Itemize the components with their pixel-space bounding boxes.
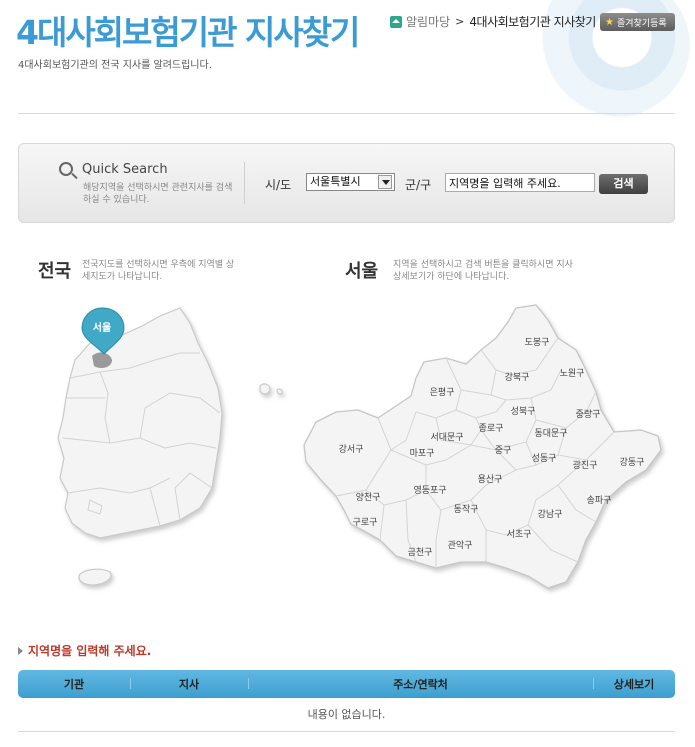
- sido-label: 시/도: [265, 178, 292, 192]
- national-map-title: 전국: [38, 261, 72, 282]
- district-geumcheon[interactable]: 금천구: [408, 547, 433, 558]
- district-gwanak[interactable]: 관악구: [448, 539, 473, 551]
- page-title: 4대사회보험기관 지사찾기: [16, 13, 360, 52]
- district-seongdong[interactable]: 성동구: [532, 453, 557, 464]
- empty-result-row: 내용이 없습니다.: [18, 698, 675, 732]
- seoul-pin-label: 서울: [93, 321, 111, 334]
- korea-map[interactable]: 서울: [30, 298, 300, 598]
- district-eunpyeong[interactable]: 은평구: [430, 387, 455, 398]
- district-gangseo[interactable]: 강서구: [339, 444, 364, 455]
- arrow-right-icon: [18, 646, 23, 655]
- district-nowon[interactable]: 노원구: [560, 368, 585, 379]
- column-header-address: 주소/연락처: [248, 676, 593, 692]
- district-gangdong[interactable]: 강동구: [620, 457, 645, 468]
- breadcrumb-current: 4대사회보험기관 지사찾기: [469, 15, 596, 29]
- district-guro[interactable]: 구로구: [353, 517, 378, 528]
- district-songpa[interactable]: 송파구: [587, 495, 612, 506]
- region-name-input[interactable]: [445, 173, 595, 192]
- district-dongjak[interactable]: 동작구: [454, 504, 479, 515]
- district-seocho[interactable]: 서초구: [507, 529, 532, 540]
- gungu-label: 군/구: [405, 178, 432, 192]
- region-mainland[interactable]: [57, 307, 223, 539]
- seoul-map-title: 서울: [345, 261, 379, 282]
- district-gangbuk[interactable]: 강북구: [505, 372, 530, 383]
- district-yeongdeungpo[interactable]: 영등포구: [413, 485, 446, 496]
- breadcrumb-separator: >: [455, 15, 465, 28]
- column-header-branch: 지사: [130, 676, 248, 692]
- panel-divider: [244, 162, 245, 204]
- district-jung[interactable]: 중구: [495, 445, 512, 456]
- bookmark-button-label: 즐겨찾기등록: [616, 18, 667, 29]
- quick-search-title: Quick Search: [82, 162, 168, 177]
- result-table: 기관 지사 주소/연락처 상세보기 내용이 없습니다.: [18, 670, 675, 732]
- district-gangnam[interactable]: 강남구: [538, 509, 563, 520]
- district-dobong[interactable]: 도봉구: [525, 337, 550, 348]
- quick-search-description: 해당지역을 선택하시면 관련지사를 검색 하실 수 있습니다.: [83, 183, 233, 205]
- sido-select[interactable]: 서울특별시: [306, 173, 395, 191]
- table-header: 기관 지사 주소/연락처 상세보기: [18, 670, 675, 698]
- district-mapo[interactable]: 마포구: [410, 448, 435, 459]
- seoul-district-map[interactable]: 도봉구 강북구 노원구 은평구 성북구 중랑구 종로구 서대문구 동대문구 강서…: [296, 300, 676, 595]
- result-message-text: 지역명을 입력해 주세요.: [28, 644, 152, 658]
- home-icon[interactable]: [390, 15, 402, 28]
- star-icon: ★: [605, 16, 614, 28]
- national-map-description: 전국지도를 선택하시면 우측에 지역별 상세지도가 나타납니다.: [82, 260, 235, 282]
- district-jungnang[interactable]: 중랑구: [576, 408, 601, 420]
- district-yongsan[interactable]: 용산구: [478, 474, 503, 485]
- region-ulleung[interactable]: [259, 383, 271, 395]
- chevron-down-icon[interactable]: [378, 175, 392, 189]
- column-header-detail: 상세보기: [593, 676, 675, 692]
- region-dokdo[interactable]: [276, 388, 283, 395]
- bookmark-button[interactable]: ★ 즐겨찾기등록: [600, 13, 675, 31]
- breadcrumb: 알림마당 > 4대사회보험기관 지사찾기: [390, 13, 596, 30]
- district-yangcheon[interactable]: 양천구: [356, 492, 381, 503]
- breadcrumb-home[interactable]: 알림마당: [406, 13, 450, 30]
- result-message: 지역명을 입력해 주세요.: [18, 642, 151, 659]
- district-gwangjin[interactable]: 광진구: [573, 459, 598, 471]
- sido-selected-value: 서울특별시: [310, 175, 361, 188]
- search-button[interactable]: 검색: [599, 174, 648, 194]
- district-jongno[interactable]: 종로구: [479, 423, 504, 434]
- district-seongbuk[interactable]: 성북구: [511, 406, 536, 417]
- district-seodaemun[interactable]: 서대문구: [430, 432, 463, 443]
- search-icon: [59, 162, 73, 176]
- district-dongdaemun[interactable]: 동대문구: [534, 428, 567, 439]
- header-divider: [18, 113, 675, 114]
- quick-search-panel: Quick Search 해당지역을 선택하시면 관련지사를 검색 하실 수 있…: [18, 143, 675, 223]
- column-header-agency: 기관: [63, 678, 85, 691]
- seoul-map-description: 지역을 선택하시고 검색 버튼을 클릭하시면 지사 상세보기가 하단에 나타납니…: [393, 260, 573, 282]
- page-subtitle: 4대사회보험기관의 전국 지사를 알려드립니다.: [18, 60, 212, 71]
- region-jeju[interactable]: [78, 568, 112, 586]
